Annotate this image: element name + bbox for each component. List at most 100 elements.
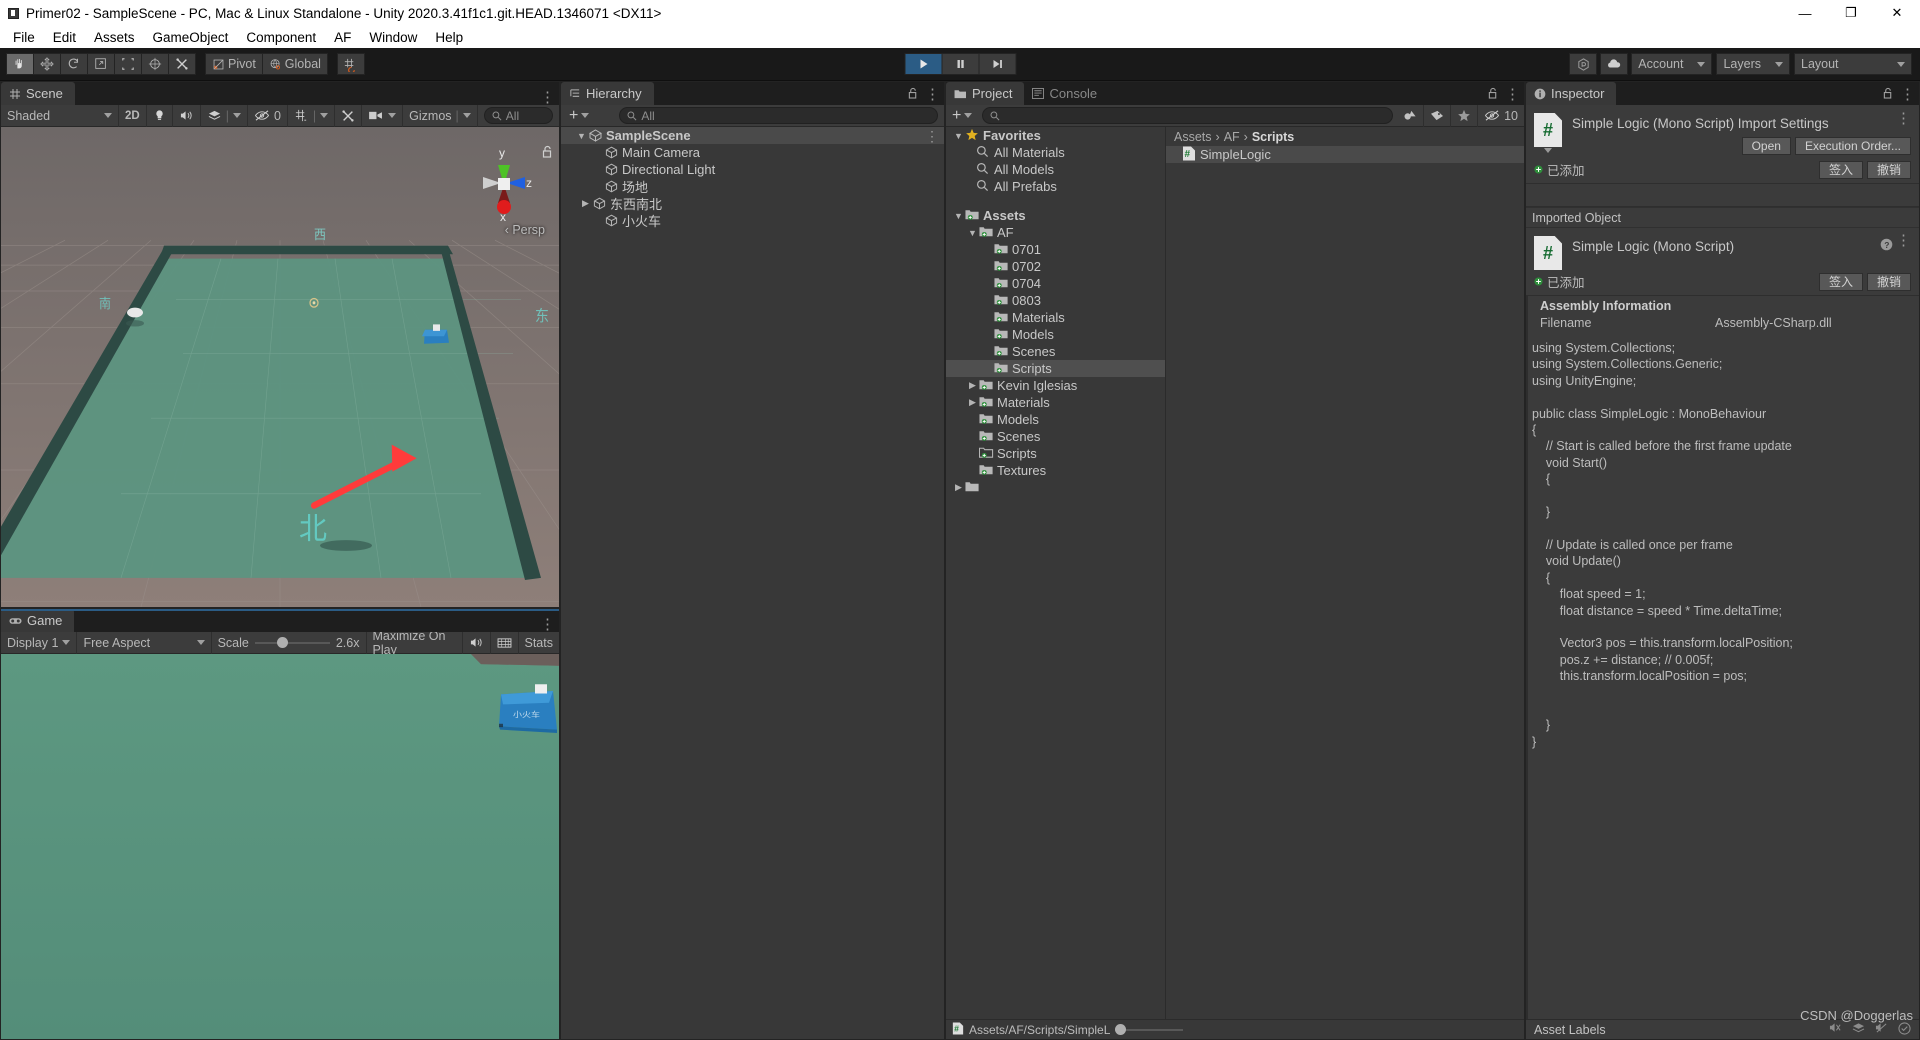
project-tree-af-models[interactable]: Models [946, 326, 1165, 343]
revert-button[interactable]: 撤销 [1866, 160, 1911, 179]
menu-item-edit[interactable]: Edit [44, 28, 85, 47]
project-tree-favorites[interactable]: ▼ Favorites [946, 127, 1165, 144]
chevron-down-icon[interactable] [320, 113, 329, 118]
open-button[interactable]: Open [1741, 137, 1791, 155]
pause-button[interactable] [941, 53, 980, 75]
tab-project[interactable]: Project [946, 82, 1025, 105]
aspect-dropdown[interactable]: Free Aspect [77, 631, 212, 654]
tab-inspector[interactable]: Inspector [1526, 82, 1617, 105]
layout-dropdown[interactable]: Layout [1794, 53, 1912, 75]
custom-tool-icon[interactable] [168, 53, 196, 75]
play-button[interactable] [904, 53, 943, 75]
project-tree-af-materials[interactable]: Materials [946, 309, 1165, 326]
scene-orientation-gizmo[interactable]: y x z [471, 145, 537, 225]
layers-status-icon[interactable] [1852, 1022, 1865, 1038]
hidden-packages-toggle[interactable]: 10 [1478, 105, 1524, 127]
favorite-filter-icon[interactable] [1451, 104, 1479, 127]
hierarchy-add-button[interactable]: + [561, 105, 595, 127]
chevron-down-icon[interactable]: ▼ [952, 211, 965, 221]
mute-audio-icon[interactable] [463, 631, 491, 654]
grid-visibility-dropdown[interactable]: | [288, 104, 336, 127]
project-add-button[interactable]: + [946, 105, 978, 127]
menu-item-help[interactable]: Help [426, 28, 472, 47]
grid-snap-icon[interactable] [336, 53, 365, 75]
project-tree-packages[interactable]: ▶ [946, 479, 1165, 496]
tab-console[interactable]: Console [1024, 82, 1110, 105]
hierarchy-item-samplescene[interactable]: ▼ SampleScene ⋮ [561, 127, 944, 144]
type-filter-icon[interactable] [1397, 104, 1425, 127]
checkin-button[interactable]: 签入 [1818, 272, 1863, 291]
game-kebab-menu[interactable]: ⋮ [540, 617, 555, 632]
project-tree-0702[interactable]: 0702 [946, 258, 1165, 275]
stats-toggle[interactable]: Stats [519, 632, 560, 654]
hierarchy-search-input[interactable]: All [619, 107, 938, 124]
scene-lock-open-icon[interactable] [542, 145, 553, 161]
breadcrumb-assets[interactable]: Assets [1174, 130, 1212, 144]
collab-icon[interactable] [1569, 53, 1598, 75]
chevron-down-icon[interactable] [1544, 148, 1552, 153]
project-tree-kevin-iglesias[interactable]: ▶ Kevin Iglesias [946, 377, 1165, 394]
hierarchy-row-kebab[interactable]: ⋮ [925, 129, 939, 143]
chevron-down-icon[interactable] [388, 113, 397, 118]
help-icon[interactable]: ? [1880, 238, 1893, 254]
execution-order-button[interactable]: Execution Order... [1794, 137, 1911, 155]
scene-kebab-menu[interactable]: ⋮ [540, 90, 555, 105]
transform-tool-icon[interactable] [141, 53, 169, 75]
cloud-icon[interactable] [1600, 53, 1629, 75]
project-tree-models[interactable]: Models [946, 411, 1165, 428]
menu-item-af[interactable]: AF [325, 28, 360, 47]
chevron-right-icon[interactable]: ▶ [966, 380, 979, 391]
hierarchy-item-dongxinanbei[interactable]: ▶ 东西南北 [561, 195, 944, 213]
menu-item-file[interactable]: File [4, 28, 44, 47]
hierarchy-kebab-menu[interactable]: ⋮ [925, 87, 940, 102]
menu-item-gameobject[interactable]: GameObject [144, 28, 238, 47]
project-tree-0701[interactable]: 0701 [946, 241, 1165, 258]
account-dropdown[interactable]: Account [1631, 53, 1713, 75]
project-thumbnail-size-slider[interactable] [1115, 1024, 1184, 1035]
pivot-button[interactable]: Pivot [205, 53, 263, 75]
gizmos-dropdown[interactable]: Gizmos | [403, 104, 478, 127]
effects-dropdown[interactable]: | [201, 104, 248, 127]
project-tree-all-prefabs[interactable]: All Prefabs [946, 178, 1165, 195]
revert-button[interactable]: 撤销 [1866, 272, 1911, 291]
hierarchy-item-changdi[interactable]: 场地 [561, 178, 944, 196]
project-tree-0803[interactable]: 0803 [946, 292, 1165, 309]
toggle-2d[interactable]: 2D [119, 104, 147, 127]
mute-status-icon[interactable] [1829, 1022, 1842, 1038]
tab-scene[interactable]: Scene [1, 82, 75, 105]
scene-viewport[interactable]: 西 东 南 北 y x z ‹ Persp [1, 127, 559, 607]
chevron-right-icon[interactable]: ▶ [579, 198, 592, 209]
project-tree-assets[interactable]: ▼ Assets [946, 207, 1165, 224]
chevron-down-icon[interactable] [232, 113, 241, 118]
layers-dropdown[interactable]: Layers [1716, 53, 1790, 75]
global-button[interactable]: Global [261, 53, 328, 75]
project-lock-open-icon[interactable] [1488, 87, 1498, 102]
chevron-right-icon[interactable]: ▶ [966, 397, 979, 408]
inspector-kebab-menu[interactable]: ⋮ [1900, 87, 1915, 102]
project-tree-0704[interactable]: 0704 [946, 275, 1165, 292]
rect-tool-icon[interactable] [114, 53, 142, 75]
menu-item-component[interactable]: Component [237, 28, 325, 47]
scene-search-input[interactable]: All [483, 107, 553, 124]
checkin-button[interactable]: 签入 [1818, 160, 1863, 179]
tab-game[interactable]: Game [1, 609, 75, 632]
lighting-icon[interactable] [147, 104, 173, 127]
import-settings-kebab[interactable]: ⋮ [1896, 111, 1911, 126]
menu-item-window[interactable]: Window [360, 28, 426, 47]
project-tree-materials[interactable]: ▶ Materials [946, 394, 1165, 411]
hidden-objects-toggle[interactable]: 0 [248, 104, 288, 127]
project-search-input[interactable] [982, 107, 1394, 124]
chevron-down-icon[interactable]: ▼ [575, 131, 588, 141]
project-tree-af[interactable]: ▼ AF [946, 224, 1165, 241]
breadcrumb-af[interactable]: AF [1224, 130, 1240, 144]
project-tree-textures[interactable]: Textures [946, 462, 1165, 479]
chevron-down-icon[interactable]: ▼ [952, 131, 965, 141]
shading-mode-dropdown[interactable]: Shaded [1, 104, 119, 127]
project-tree-all-models[interactable]: All Models [946, 161, 1165, 178]
asset-item-simplelogic[interactable]: # SimpleLogic [1166, 146, 1524, 163]
maximize-button[interactable]: ❐ [1828, 0, 1874, 26]
maximize-on-play-toggle[interactable]: Maximize On Play [367, 629, 463, 657]
scale-slider-group[interactable]: Scale 2.6x [212, 631, 367, 654]
inspector-lock-open-icon[interactable] [1883, 87, 1893, 102]
tab-hierarchy[interactable]: Hierarchy [561, 82, 654, 105]
